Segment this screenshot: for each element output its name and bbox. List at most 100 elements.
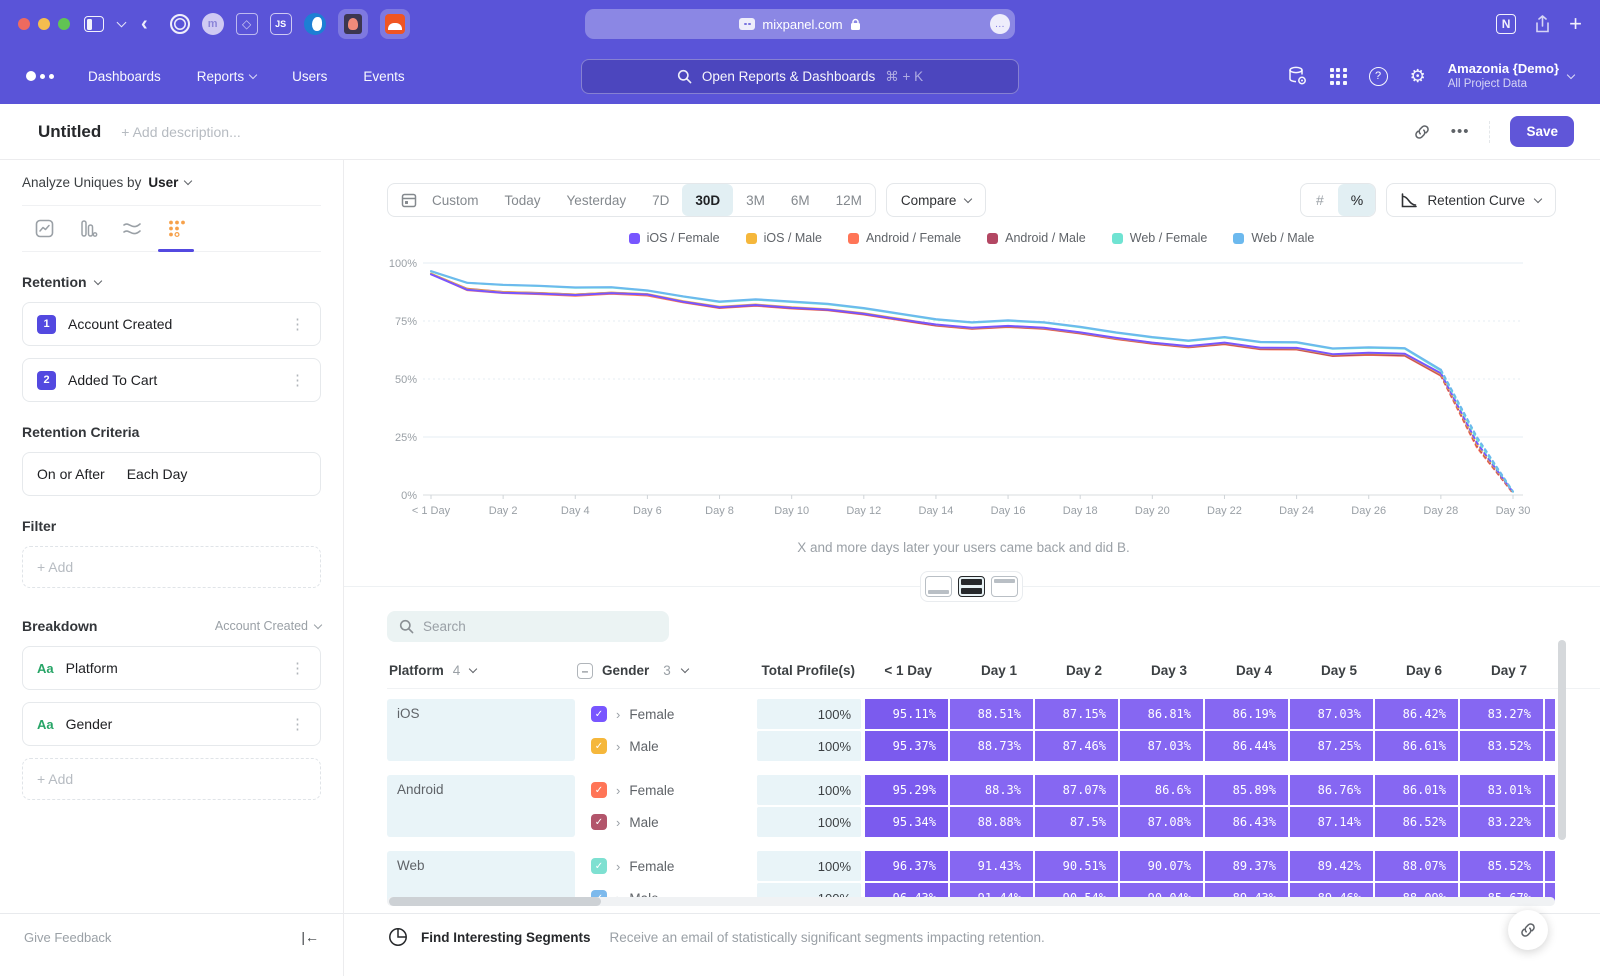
criteria-interval[interactable]: Each Day	[127, 466, 188, 482]
m-extension-icon[interactable]: m	[202, 13, 224, 35]
zoom-window-button[interactable]	[58, 18, 70, 30]
expand-row-icon[interactable]: ›	[616, 815, 620, 830]
criteria-mode[interactable]: On or After	[37, 466, 105, 482]
soundcloud-extension-icon[interactable]	[380, 9, 410, 39]
close-window-button[interactable]	[18, 18, 30, 30]
gender-select-all-checkbox[interactable]: –	[577, 663, 593, 679]
share-link-button[interactable]	[1508, 910, 1548, 950]
cube-extension-icon[interactable]: ◇	[236, 13, 258, 35]
retention-value-cell[interactable]: 90.07%	[1120, 851, 1203, 881]
report-title[interactable]: Untitled	[38, 122, 101, 142]
minimize-window-button[interactable]	[38, 18, 50, 30]
series-checkbox[interactable]: ✓	[591, 738, 607, 754]
retention-value-cell[interactable]: 88.3%	[950, 775, 1033, 805]
tab-insights[interactable]	[22, 206, 66, 251]
retention-criteria-card[interactable]: On or After Each Day	[22, 452, 321, 496]
retention-value-cell[interactable]: 95.11%	[865, 699, 948, 729]
swan-extension-icon[interactable]	[304, 13, 326, 35]
custom-range-calendar[interactable]	[388, 184, 419, 216]
retention-chart[interactable]: 0%25%50%75%100%< 1 DayDay 2Day 4Day 6Day…	[387, 249, 1600, 532]
chart-type-dropdown[interactable]: Retention Curve	[1386, 183, 1556, 217]
retention-value-cell[interactable]: 83.27%	[1460, 699, 1543, 729]
gender-cell[interactable]: ✓ › Female	[577, 851, 757, 881]
retention-value-cell[interactable]: 88.73%	[950, 731, 1033, 761]
tab-retention[interactable]	[154, 206, 198, 251]
horizontal-scrollbar[interactable]	[387, 897, 1555, 906]
vertical-scrollbar[interactable]	[1558, 640, 1566, 840]
compare-button[interactable]: Compare	[886, 183, 987, 217]
sidebar-toggle-icon[interactable]	[84, 12, 104, 36]
platform-cell[interactable]: Android	[387, 775, 575, 837]
expand-row-icon[interactable]: ›	[616, 859, 620, 874]
tab-flows[interactable]	[110, 206, 154, 251]
day-column-header[interactable]: Day 1	[950, 663, 1035, 678]
copy-link-icon[interactable]	[1413, 123, 1431, 141]
range-button-custom[interactable]: Custom	[419, 184, 492, 216]
retention-value-cell[interactable]: 95.29%	[865, 775, 948, 805]
expand-row-icon[interactable]: ›	[616, 783, 620, 798]
retention-value-cell[interactable]: 86.42%	[1375, 699, 1458, 729]
retention-value-cell[interactable]: 86.76%	[1290, 775, 1373, 805]
share-icon[interactable]	[1534, 15, 1551, 34]
analyze-value-dropdown[interactable]: User	[148, 175, 178, 190]
retention-value-cell[interactable]: 87.08%	[1120, 807, 1203, 837]
nav-item-reports[interactable]: Reports	[197, 69, 256, 84]
retention-value-cell[interactable]: 87.5%	[1035, 807, 1118, 837]
nav-item-users[interactable]: Users	[292, 69, 327, 84]
retention-value-cell[interactable]: 86.61%	[1375, 731, 1458, 761]
retention-value-cell[interactable]: 83.01%	[1460, 775, 1543, 805]
retention-value-cell[interactable]: 83.52%	[1460, 731, 1543, 761]
retention-value-cell[interactable]: 88.88%	[950, 807, 1033, 837]
back-icon[interactable]: ‹	[141, 12, 148, 36]
global-search[interactable]: Open Reports & Dashboards ⌘ + K	[581, 59, 1019, 94]
retention-value-cell[interactable]: 87.15%	[1035, 699, 1118, 729]
retention-value-cell[interactable]: 83.22%	[1460, 807, 1543, 837]
table-view-button[interactable]	[991, 576, 1018, 597]
breakdown-item-gender[interactable]: Aa Gender ⋮	[22, 702, 321, 746]
retention-value-cell[interactable]: 90.51%	[1035, 851, 1118, 881]
percent-toggle[interactable]: %	[1338, 184, 1375, 216]
retention-value-cell[interactable]: 87.03%	[1290, 699, 1373, 729]
retention-value-cell[interactable]: 88.51%	[950, 699, 1033, 729]
add-description-placeholder[interactable]: + Add description...	[121, 124, 240, 140]
retention-value-cell[interactable]: 89.37%	[1205, 851, 1288, 881]
legend-item[interactable]: Web / Female	[1112, 230, 1208, 246]
day-column-header[interactable]: Day 3	[1120, 663, 1205, 678]
retention-value-cell[interactable]: 86.81%	[1120, 699, 1203, 729]
platform-column-header[interactable]: Platform 4	[387, 663, 577, 678]
breakdown-options-icon[interactable]: ⋮	[290, 659, 306, 677]
ring-extension-icon[interactable]	[170, 14, 190, 34]
retention-value-cell[interactable]: 86.6%	[1120, 775, 1203, 805]
series-checkbox[interactable]: ✓	[591, 814, 607, 830]
platform-cell[interactable]: iOS	[387, 699, 575, 761]
platform-cell[interactable]: Web	[387, 851, 575, 901]
address-bar[interactable]: mixpanel.com ...	[585, 9, 1015, 39]
js-extension-icon[interactable]: JS	[270, 13, 292, 35]
mixpanel-logo[interactable]	[26, 71, 54, 81]
retention-value-cell[interactable]: 86.01%	[1375, 775, 1458, 805]
day-column-header[interactable]: Day 7	[1460, 663, 1545, 678]
day-column-header[interactable]: Day 2	[1035, 663, 1120, 678]
breakdown-item-platform[interactable]: Aa Platform ⋮	[22, 646, 321, 690]
add-filter-button[interactable]: + Add	[22, 546, 321, 588]
site-more-button[interactable]: ...	[990, 14, 1010, 34]
settings-gear-icon[interactable]: ⚙	[1410, 66, 1426, 87]
gender-cell[interactable]: ✓ › Male	[577, 807, 757, 837]
series-checkbox[interactable]: ✓	[591, 706, 607, 722]
apps-grid-icon[interactable]	[1330, 68, 1347, 85]
day-column-header[interactable]: < 1 Day	[865, 663, 950, 678]
nav-item-events[interactable]: Events	[363, 69, 404, 84]
retention-value-cell[interactable]: 87.03%	[1120, 731, 1203, 761]
breakdown-event-dropdown[interactable]: Account Created	[215, 619, 321, 633]
day-column-header[interactable]: Day 5	[1290, 663, 1375, 678]
retention-value-cell[interactable]: 85.89%	[1205, 775, 1288, 805]
retention-value-cell[interactable]: 86.52%	[1375, 807, 1458, 837]
range-button-30d[interactable]: 30D	[682, 184, 733, 216]
gender-cell[interactable]: ✓ › Female	[577, 775, 757, 805]
collapse-sidebar-icon[interactable]: |←	[301, 929, 319, 945]
legend-item[interactable]: iOS / Female	[629, 230, 720, 246]
legend-item[interactable]: Web / Male	[1233, 230, 1314, 246]
notebook-extension-icon[interactable]	[338, 9, 368, 39]
tab-funnels[interactable]	[66, 206, 110, 251]
range-button-7d[interactable]: 7D	[639, 184, 682, 216]
